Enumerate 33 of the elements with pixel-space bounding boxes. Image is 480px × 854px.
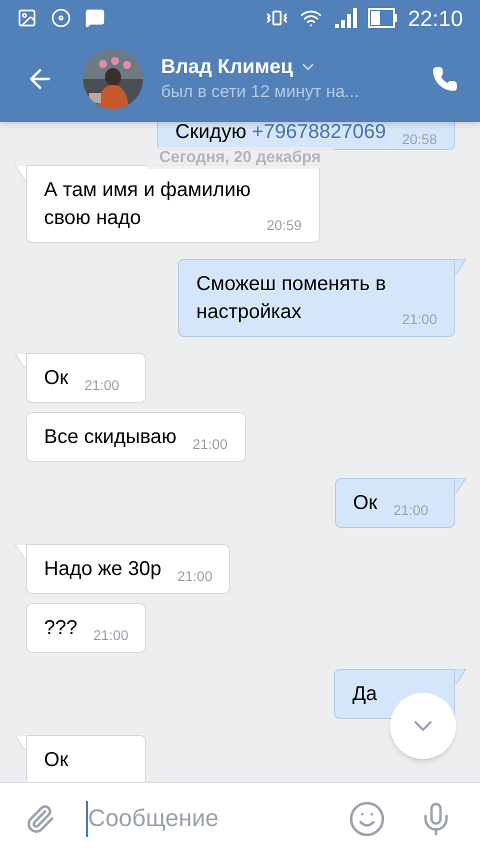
contact-name[interactable]: Влад Климец — [161, 54, 293, 80]
message-text: А там имя и фамилию свою надо — [44, 178, 251, 231]
battery-icon — [368, 7, 398, 29]
message-text: Все скидываю — [44, 425, 177, 450]
date-label: Сегодня, 20 декабря — [147, 147, 333, 169]
last-seen: был в сети 12 минут на... — [161, 81, 360, 103]
image-icon — [17, 8, 37, 28]
emoji-icon[interactable] — [348, 800, 386, 838]
message-time: 21:00 — [192, 435, 228, 453]
message-time: 21:00 — [84, 376, 120, 394]
disc-icon — [51, 8, 71, 28]
message-text: Ок — [353, 491, 378, 516]
scroll-down-button[interactable] — [390, 693, 456, 759]
message-time: 21:00 — [177, 567, 212, 585]
attach-icon[interactable] — [25, 804, 55, 834]
signal-icon — [334, 7, 358, 29]
message-text: Скидую +79678827069 — [175, 122, 386, 145]
message-time: 20:58 — [402, 130, 437, 148]
message-time: 21:00 — [402, 310, 437, 328]
message-text: Ок — [44, 748, 68, 773]
message-time: 20:59 — [266, 216, 302, 234]
message-time: 21:00 — [393, 501, 428, 519]
message-text: Сможеш поменять в настройках — [196, 272, 386, 325]
message-text: Надо же 30р — [44, 557, 162, 582]
clock: 22:10 — [408, 4, 463, 32]
message-time: 21:00 — [93, 626, 128, 644]
message-text: Да — [352, 682, 377, 707]
call-button[interactable] — [432, 66, 458, 92]
text-cursor — [86, 800, 88, 836]
phone-link[interactable]: +79678827069 — [252, 122, 386, 143]
message-icon — [85, 8, 105, 28]
message-text: ??? — [44, 616, 78, 641]
message-text: Ок — [44, 366, 68, 391]
